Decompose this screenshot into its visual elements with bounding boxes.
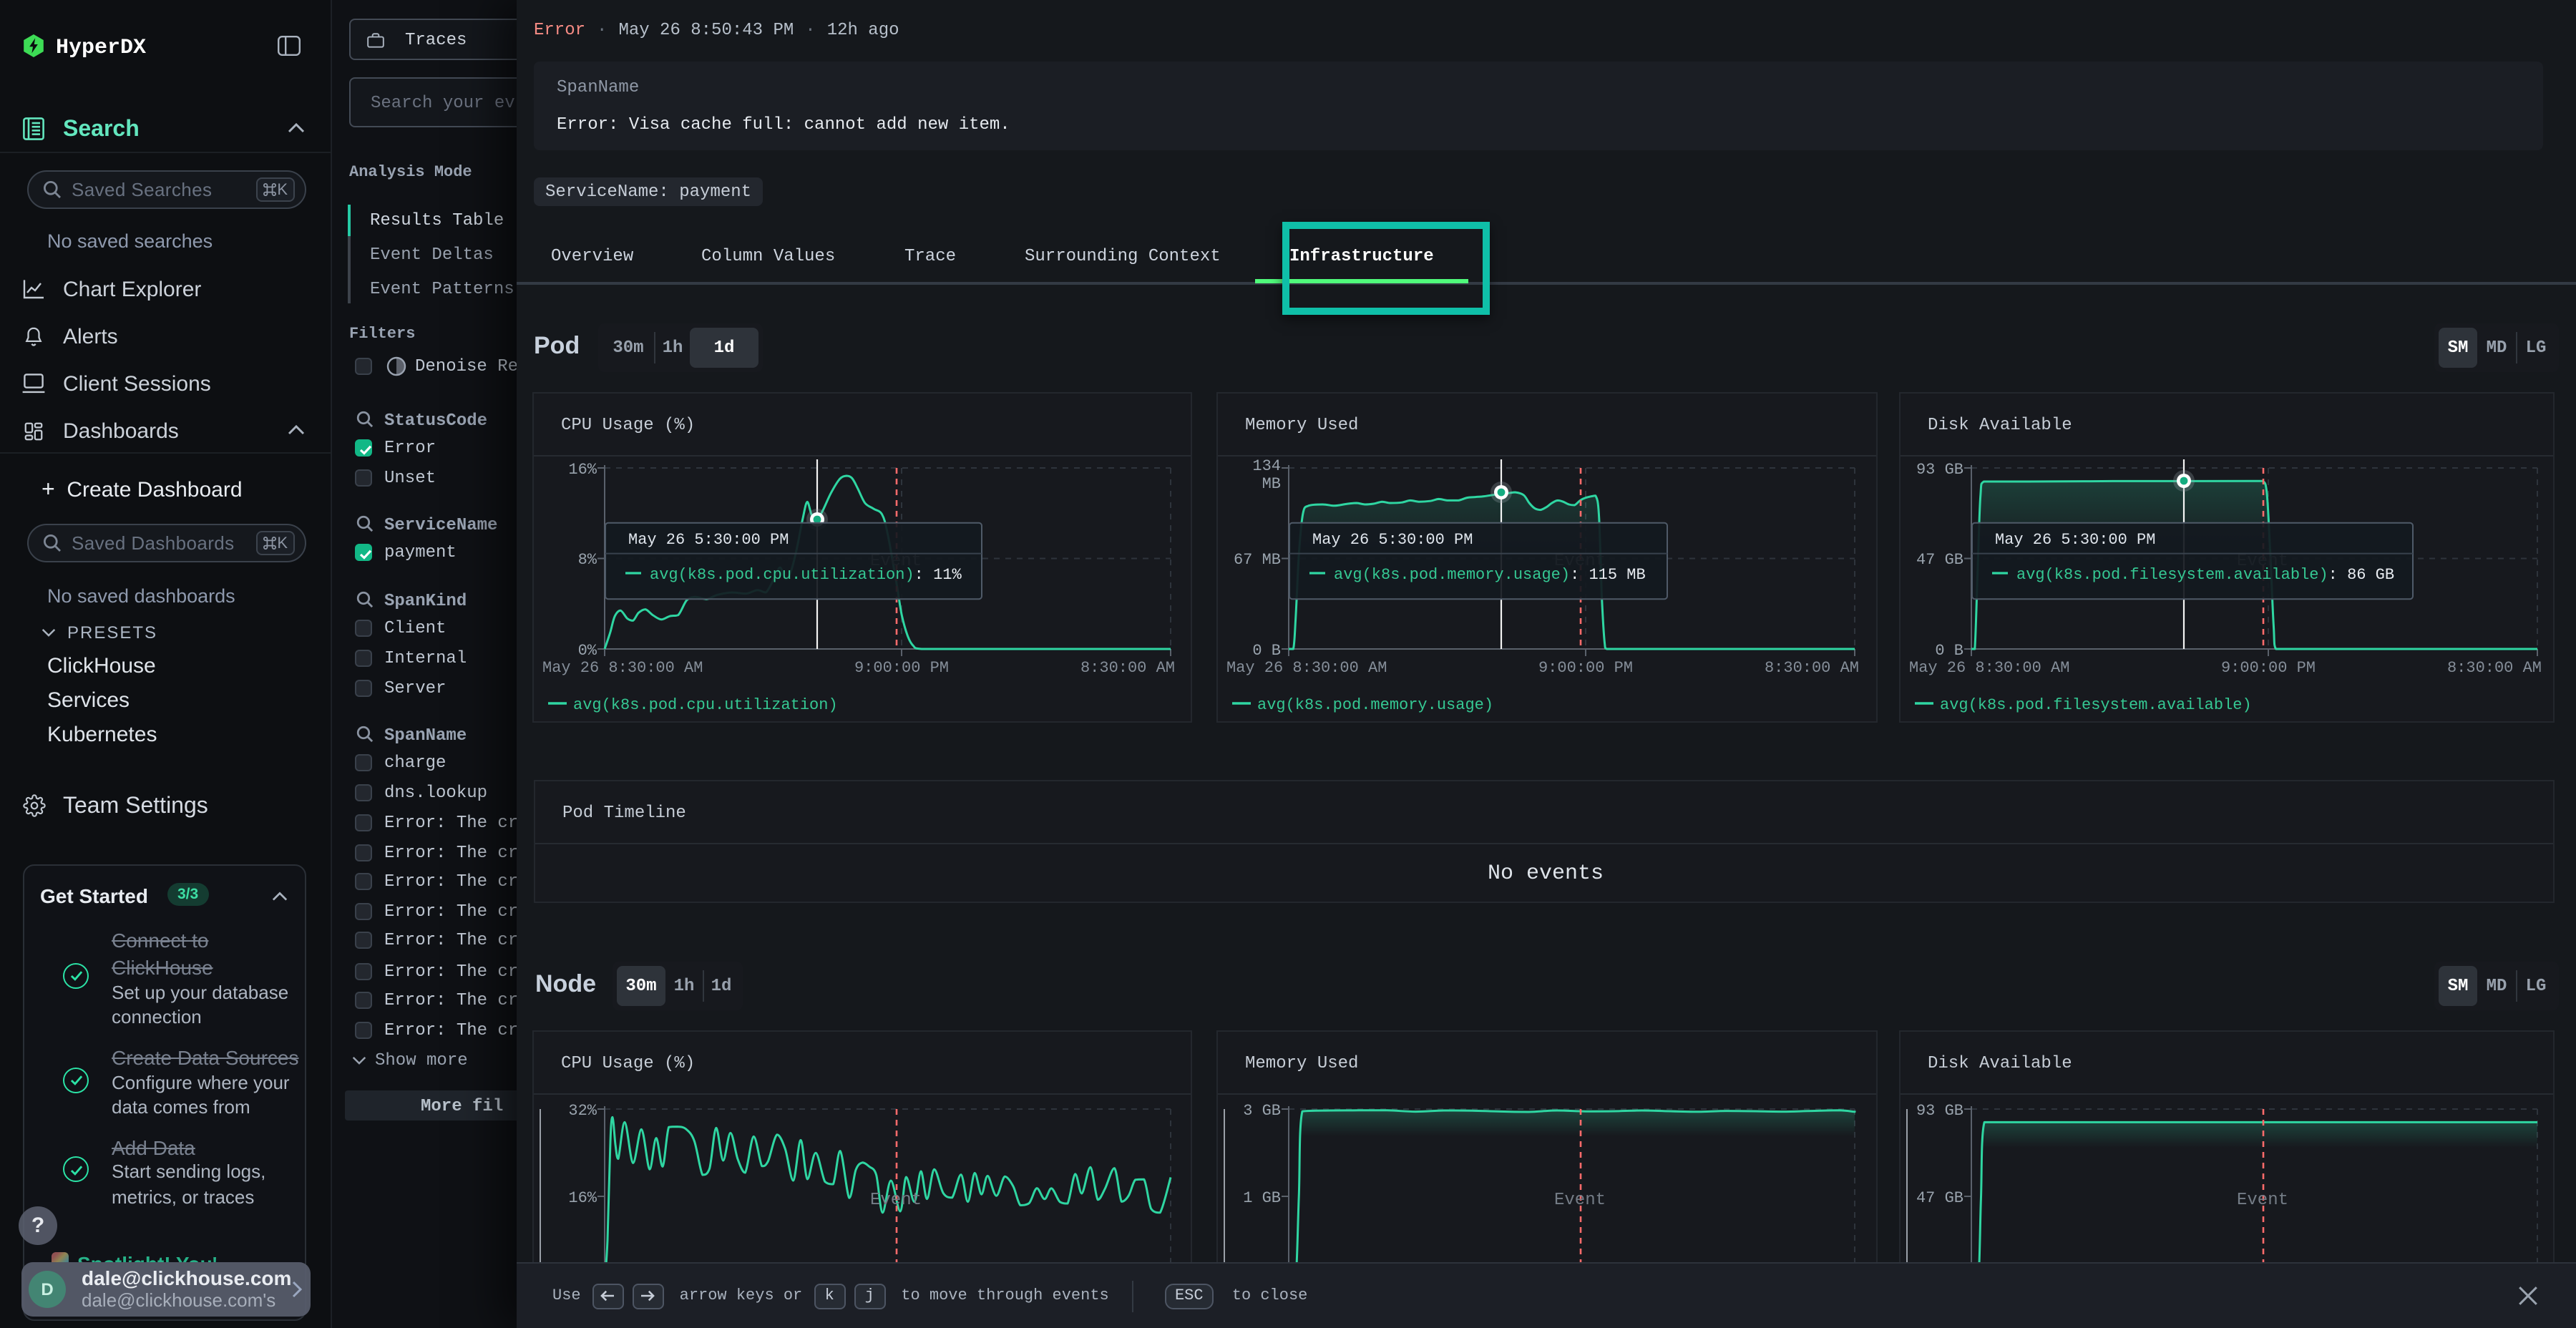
svg-text:67 MB: 67 MB — [1234, 551, 1281, 569]
svg-text:9:00:00 PM: 9:00:00 PM — [2221, 659, 2316, 677]
svg-text:16%: 16% — [568, 461, 597, 479]
svg-text:47 GB: 47 GB — [1916, 551, 1963, 569]
svg-text:May 26 8:30:00 AM: May 26 8:30:00 AM — [1909, 659, 2069, 677]
svg-text:8:30:00 AM: 8:30:00 AM — [1765, 659, 1859, 677]
svg-text:8%: 8% — [578, 551, 597, 569]
svg-text:May 26 5:30:00 PM: May 26 5:30:00 PM — [1312, 531, 1473, 549]
svg-text:Event: Event — [1554, 1191, 1606, 1210]
svg-text:May 26 8:30:00 AM: May 26 8:30:00 AM — [1226, 659, 1387, 677]
svg-text:93 GB: 93 GB — [1916, 461, 1963, 479]
svg-text:May 26 5:30:00 PM: May 26 5:30:00 PM — [628, 531, 789, 549]
svg-text:0 B: 0 B — [1252, 642, 1281, 660]
svg-text:47 GB: 47 GB — [1916, 1189, 1963, 1207]
svg-text:9:00:00 PM: 9:00:00 PM — [854, 659, 949, 677]
svg-text:Event: Event — [2237, 1191, 2288, 1210]
svg-text:3 GB: 3 GB — [1243, 1102, 1281, 1120]
svg-text:134: 134 — [1252, 457, 1281, 475]
svg-text:32%: 32% — [568, 1102, 597, 1120]
svg-text:May 26 8:30:00 AM: May 26 8:30:00 AM — [542, 659, 703, 677]
svg-text:avg(k8s.pod.cpu.utilization):: avg(k8s.pod.cpu.utilization): 11% — [650, 566, 962, 584]
svg-text:avg(k8s.pod.cpu.utilization): avg(k8s.pod.cpu.utilization) — [573, 696, 838, 714]
svg-text:avg(k8s.pod.filesystem.availab: avg(k8s.pod.filesystem.available): 86 GB — [2016, 566, 2394, 584]
svg-text:Event: Event — [870, 1191, 922, 1210]
svg-text:8:30:00 AM: 8:30:00 AM — [1080, 659, 1175, 677]
svg-text:avg(k8s.pod.memory.usage): avg(k8s.pod.memory.usage) — [1257, 696, 1493, 714]
svg-text:93 GB: 93 GB — [1916, 1102, 1963, 1120]
svg-text:MB: MB — [1262, 475, 1281, 493]
svg-text:1 GB: 1 GB — [1243, 1189, 1281, 1207]
svg-text:0 B: 0 B — [1935, 642, 1963, 660]
svg-text:avg(k8s.pod.filesystem.availab: avg(k8s.pod.filesystem.available) — [1940, 696, 2252, 714]
svg-text:16%: 16% — [568, 1189, 597, 1207]
svg-text:avg(k8s.pod.memory.usage): 115: avg(k8s.pod.memory.usage): 115 MB — [1334, 566, 1646, 584]
svg-text:9:00:00 PM: 9:00:00 PM — [1538, 659, 1633, 677]
svg-text:0%: 0% — [578, 642, 597, 660]
svg-text:8:30:00 AM: 8:30:00 AM — [2447, 659, 2542, 677]
svg-text:May 26 5:30:00 PM: May 26 5:30:00 PM — [1995, 531, 2155, 549]
